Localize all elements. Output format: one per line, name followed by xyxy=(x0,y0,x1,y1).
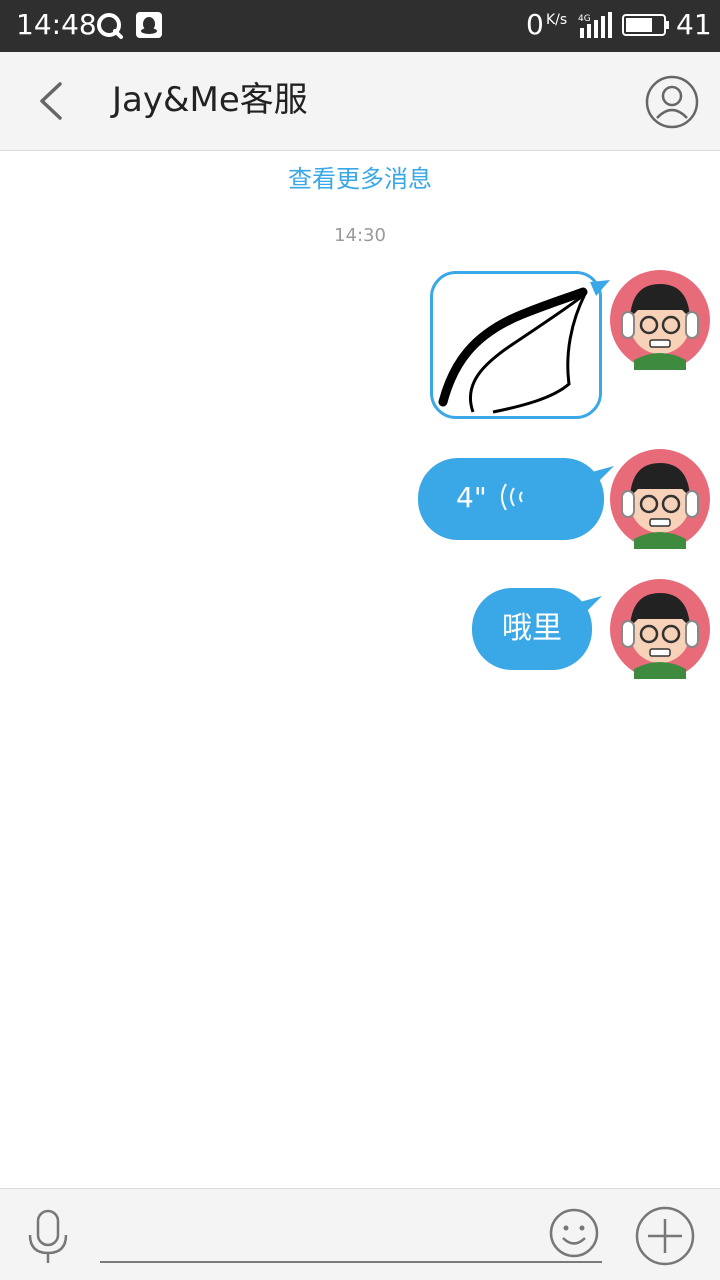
back-button[interactable] xyxy=(30,76,80,126)
emoji-button[interactable] xyxy=(548,1207,600,1259)
plus-button[interactable] xyxy=(634,1205,696,1267)
mic-button[interactable] xyxy=(26,1209,70,1265)
emoji-icon xyxy=(549,1208,599,1258)
voice-wave-icon xyxy=(501,483,523,511)
net-speed: 0 xyxy=(526,8,544,41)
text-message[interactable]: 哦里 xyxy=(472,588,592,670)
input-bar xyxy=(0,1188,720,1280)
profile-button[interactable] xyxy=(644,74,700,130)
voice-message[interactable]: 4" xyxy=(418,458,604,540)
message-input[interactable] xyxy=(100,1207,602,1263)
status-time: 14:48 xyxy=(16,8,97,41)
avatar[interactable] xyxy=(610,449,710,549)
status-bar: 14:48 0 K/s 4G 41 xyxy=(0,0,720,52)
chat-header: Jay&Me客服 xyxy=(0,52,720,151)
battery-icon xyxy=(622,14,669,36)
avatar[interactable] xyxy=(610,270,710,370)
user-profile-icon xyxy=(645,75,699,129)
qq-icon xyxy=(97,13,123,39)
app-notification-icon xyxy=(136,12,162,38)
bubble-tail xyxy=(590,280,610,296)
net-speed-unit: K/s xyxy=(546,12,568,28)
load-more-link[interactable]: 查看更多消息 xyxy=(0,164,720,194)
bubble-tail xyxy=(580,596,602,614)
image-message[interactable] xyxy=(430,271,602,419)
message-timestamp: 14:30 xyxy=(334,225,386,246)
network-type: 4G xyxy=(578,14,591,24)
signal-icon: 4G xyxy=(578,12,612,38)
avatar[interactable] xyxy=(610,579,710,679)
chat-title: Jay&Me客服 xyxy=(112,80,308,120)
chevron-left-icon xyxy=(40,82,62,120)
voice-duration: 4" xyxy=(456,481,487,514)
plus-icon xyxy=(635,1206,695,1266)
battery-level: 41 xyxy=(676,8,712,41)
microphone-icon xyxy=(28,1209,68,1263)
sketch-image xyxy=(438,287,588,414)
